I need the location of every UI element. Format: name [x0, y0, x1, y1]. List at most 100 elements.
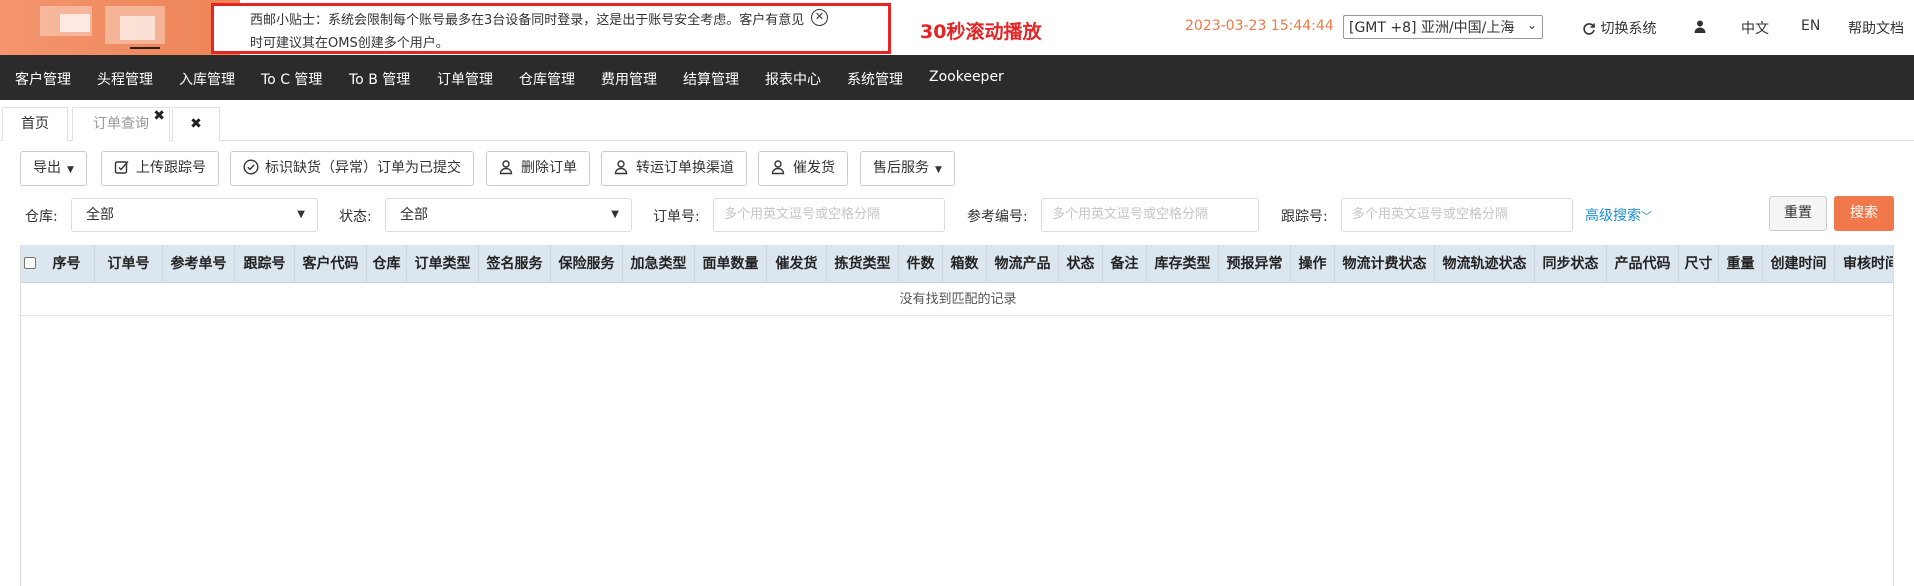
check-circle-icon: [243, 159, 259, 175]
col-header[interactable]: 拣货类型: [827, 245, 899, 283]
edit-icon: [114, 161, 129, 174]
switch-system-link[interactable]: 切换系统: [1582, 18, 1656, 38]
chevron-down-icon: ﹀: [1641, 210, 1652, 223]
col-header[interactable]: 重量: [1719, 245, 1763, 283]
tab-close-icon[interactable]: ✖: [153, 100, 165, 132]
delete-order-button[interactable]: 删除订单: [486, 151, 590, 186]
nav-item-tob[interactable]: To B 管理: [349, 69, 410, 89]
warehouse-select[interactable]: 全部 ▼: [71, 198, 318, 232]
col-header[interactable]: 尺寸: [1679, 245, 1719, 283]
advanced-search-label: 高级搜索: [1585, 208, 1641, 224]
select-all-checkbox[interactable]: [21, 245, 39, 283]
export-button[interactable]: 导出 ▼: [20, 151, 87, 186]
col-header[interactable]: 加急类型: [623, 245, 695, 283]
caret-down-icon: ▼: [935, 165, 942, 175]
top-bar: 西邮小贴士：系统会限制每个账号最多在3台设备同时登录，这是出于账号安全考虑。客户…: [0, 0, 1914, 55]
notice-banner: 西邮小贴士：系统会限制每个账号最多在3台设备同时登录，这是出于账号安全考虑。客户…: [211, 3, 891, 54]
delete-order-label: 删除订单: [521, 160, 577, 176]
tab-order-query-label: 订单查询: [93, 116, 149, 132]
col-header[interactable]: 序号: [39, 245, 95, 283]
user-minus-icon: [499, 160, 513, 175]
col-header[interactable]: 物流产品: [987, 245, 1059, 283]
lang-cn-link[interactable]: 中文: [1741, 18, 1769, 38]
user-menu[interactable]: [1694, 18, 1706, 34]
help-docs-link[interactable]: 帮助文档: [1848, 18, 1904, 38]
col-header[interactable]: 物流轨迹状态: [1435, 245, 1535, 283]
empty-table-message: 没有找到匹配的记录: [21, 283, 1893, 316]
col-header[interactable]: 保险服务: [551, 245, 623, 283]
col-header[interactable]: 审核时间: [1835, 245, 1893, 283]
mark-submitted-button[interactable]: 标识缺货（异常）订单为已提交: [230, 151, 474, 186]
order-no-input[interactable]: 多个用英文逗号或空格分隔: [713, 198, 945, 232]
ref-no-input[interactable]: 多个用英文逗号或空格分隔: [1041, 198, 1259, 232]
timezone-select[interactable]: [GMT +8] 亚洲/中国/上海 ⌄: [1343, 15, 1543, 39]
col-header[interactable]: 操作: [1291, 245, 1335, 283]
nav-item-toc[interactable]: To C 管理: [261, 69, 322, 89]
refresh-icon: [1583, 23, 1595, 35]
mark-submitted-label: 标识缺货（异常）订单为已提交: [265, 160, 461, 176]
col-header[interactable]: 创建时间: [1763, 245, 1835, 283]
col-header[interactable]: 箱数: [943, 245, 987, 283]
after-sales-label: 售后服务: [873, 160, 929, 176]
nav-item-first-leg[interactable]: 头程管理: [97, 69, 153, 89]
main-nav: 客户管理 头程管理 入库管理 To C 管理 To B 管理 订单管理 仓库管理…: [0, 55, 1914, 100]
col-header[interactable]: 物流计费状态: [1335, 245, 1435, 283]
col-header[interactable]: 订单号: [95, 245, 163, 283]
transfer-channel-button[interactable]: 转运订单换渠道: [601, 151, 747, 186]
status-select[interactable]: 全部 ▼: [385, 198, 632, 232]
nav-item-orders[interactable]: 订单管理: [437, 69, 493, 89]
col-header[interactable]: 跟踪号: [235, 245, 295, 283]
user-icon: [614, 160, 628, 175]
page-tabs: 首页 订单查询 ✖ ✖: [0, 100, 1914, 141]
tracking-input[interactable]: 多个用英文逗号或空格分隔: [1341, 198, 1573, 232]
user-icon: [1694, 20, 1706, 33]
orders-table: 序号 订单号 参考单号 跟踪号 客户代码 仓库 订单类型 签名服务 保险服务 加…: [20, 245, 1894, 586]
transfer-channel-label: 转运订单换渠道: [636, 160, 734, 176]
caret-down-icon: ▼: [297, 209, 305, 220]
nav-item-inbound[interactable]: 入库管理: [179, 69, 235, 89]
search-button[interactable]: 搜索: [1834, 196, 1894, 231]
col-header[interactable]: 催发货: [767, 245, 827, 283]
urge-delivery-button[interactable]: 催发货: [758, 151, 848, 186]
reset-button[interactable]: 重置: [1769, 196, 1827, 231]
urge-delivery-label: 催发货: [793, 160, 835, 176]
company-logo[interactable]: [0, 0, 240, 55]
nav-item-warehouse[interactable]: 仓库管理: [519, 69, 575, 89]
col-header[interactable]: 仓库: [367, 245, 407, 283]
status-label: 状态:: [339, 209, 372, 225]
close-icon[interactable]: ✕: [811, 9, 828, 26]
col-header[interactable]: 预报异常: [1219, 245, 1291, 283]
upload-tracking-label: 上传跟踪号: [136, 160, 206, 176]
col-header[interactable]: 面单数量: [695, 245, 767, 283]
lang-en-link[interactable]: EN: [1801, 18, 1820, 34]
col-header[interactable]: 件数: [899, 245, 943, 283]
warehouse-value: 全部: [86, 207, 114, 223]
warehouse-label: 仓库:: [25, 209, 58, 225]
user-icon: [771, 160, 785, 175]
nav-item-reports[interactable]: 报表中心: [765, 69, 821, 89]
notice-text: 西邮小贴士：系统会限制每个账号最多在3台设备同时登录，这是出于账号安全考虑。客户…: [250, 13, 805, 51]
close-all-tabs-icon[interactable]: ✖: [172, 107, 220, 141]
after-sales-button[interactable]: 售后服务 ▼: [860, 151, 955, 186]
timezone-value: [GMT +8] 亚洲/中国/上海: [1349, 20, 1515, 36]
nav-item-system[interactable]: 系统管理: [847, 69, 903, 89]
nav-item-fees[interactable]: 费用管理: [601, 69, 657, 89]
upload-tracking-button[interactable]: 上传跟踪号: [101, 151, 219, 186]
col-header[interactable]: 同步状态: [1535, 245, 1607, 283]
advanced-search-link[interactable]: 高级搜索﹀: [1585, 205, 1652, 225]
col-header[interactable]: 签名服务: [479, 245, 551, 283]
col-header[interactable]: 产品代码: [1607, 245, 1679, 283]
nav-item-settlement[interactable]: 结算管理: [683, 69, 739, 89]
col-header[interactable]: 客户代码: [295, 245, 367, 283]
col-header[interactable]: 库存类型: [1147, 245, 1219, 283]
col-header[interactable]: 备注: [1103, 245, 1147, 283]
tab-home[interactable]: 首页: [2, 107, 68, 141]
col-header[interactable]: 状态: [1059, 245, 1103, 283]
nav-item-customer[interactable]: 客户管理: [15, 69, 71, 89]
caret-down-icon: ▼: [611, 209, 619, 220]
tab-order-query[interactable]: 订单查询 ✖: [72, 107, 170, 141]
current-datetime: 2023-03-23 15:44:44: [1185, 18, 1334, 34]
col-header[interactable]: 参考单号: [163, 245, 235, 283]
nav-item-zookeeper[interactable]: Zookeeper: [929, 69, 1004, 85]
col-header[interactable]: 订单类型: [407, 245, 479, 283]
